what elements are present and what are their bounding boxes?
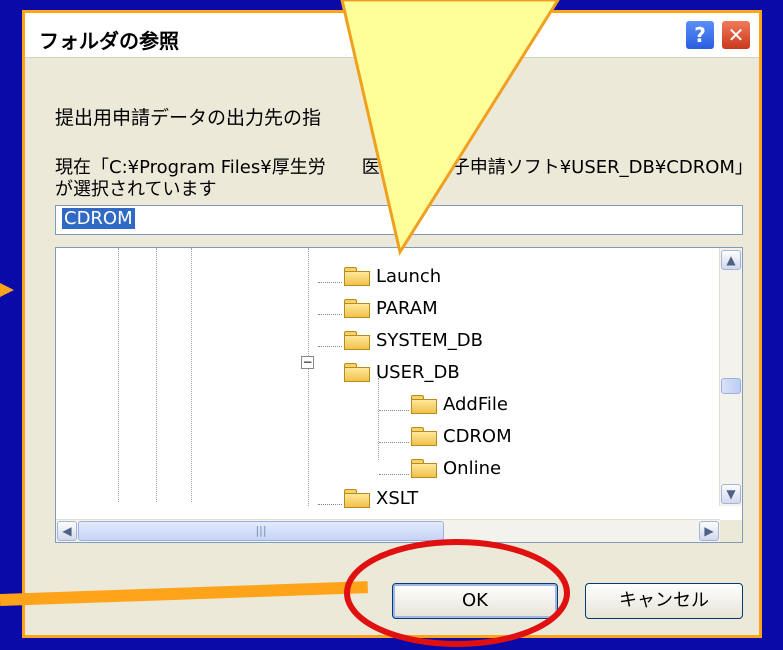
horizontal-scroll-thumb[interactable]: ||| [78, 521, 444, 541]
tree-item-label: Launch [376, 266, 442, 287]
tree-item-cdrom[interactable]: CDROM [379, 426, 512, 458]
tree-guide-line [156, 248, 157, 502]
ok-button[interactable]: OK [392, 583, 558, 619]
folder-icon [344, 489, 370, 508]
tree-item-xslt[interactable]: XSLT [318, 488, 419, 520]
tree-guide-line [308, 248, 309, 506]
bullet-arrow-icon [0, 283, 14, 297]
tree-item-launch[interactable]: Launch [318, 266, 442, 298]
tree-item-system-db[interactable]: SYSTEM_DB [318, 330, 483, 362]
scroll-left-icon[interactable]: ◀ [57, 521, 77, 541]
vertical-scrollbar[interactable]: ▲ ▼ [719, 248, 742, 506]
current-selection-text: 現在「C:¥Program Files¥厚生労 医薬品等電子申請ソフト¥USER… [55, 157, 744, 200]
scroll-up-icon[interactable]: ▲ [721, 250, 741, 270]
tree-item-label: PARAM [376, 298, 438, 319]
folder-icon [344, 331, 370, 350]
folder-icon [411, 395, 437, 414]
tree-item-label: SYSTEM_DB [376, 330, 483, 351]
scroll-down-icon[interactable]: ▼ [721, 484, 741, 504]
folder-tree[interactable]: Launch PARAM SYSTEM_DB − USER_DB AddFile… [55, 247, 743, 543]
tree-item-online[interactable]: Online [379, 458, 502, 490]
folder-open-icon [411, 427, 437, 446]
horizontal-scrollbar[interactable]: ◀ ||| ▶ [56, 519, 720, 542]
collapse-toggle-icon[interactable]: − [301, 356, 314, 369]
folder-browse-dialog: フォルダの参照 ? ✕ 提出用申請データの出力先の指 現在「C:¥Program… [22, 10, 762, 638]
tree-item-user-db[interactable]: USER_DB [344, 362, 460, 394]
tree-item-label: AddFile [443, 394, 508, 415]
tree-item-param[interactable]: PARAM [318, 298, 438, 330]
tree-item-addfile[interactable]: AddFile [379, 394, 508, 426]
folder-icon [344, 299, 370, 318]
scroll-right-icon[interactable]: ▶ [699, 521, 719, 541]
tree-item-label: CDROM [443, 426, 512, 447]
folder-path-value: CDROM [62, 208, 135, 229]
tree-item-label: USER_DB [376, 362, 460, 383]
folder-open-icon [344, 363, 370, 382]
folder-icon [344, 267, 370, 286]
tree-item-label: XSLT [376, 488, 419, 509]
scroll-corner [720, 520, 742, 542]
cancel-button[interactable]: キャンセル [585, 583, 743, 619]
tree-guide-line [191, 248, 192, 502]
help-button[interactable]: ? [685, 20, 715, 50]
instruction-text: 提出用申請データの出力先の指 [55, 107, 322, 129]
tree-guide-line [118, 248, 119, 502]
tree-item-label: Online [443, 458, 502, 479]
title-bar[interactable]: フォルダの参照 ? ✕ [25, 13, 759, 58]
folder-icon [411, 459, 437, 478]
folder-path-field[interactable]: CDROM [55, 205, 743, 235]
dialog-title: フォルダの参照 [39, 29, 179, 53]
close-button[interactable]: ✕ [721, 20, 751, 50]
vertical-scroll-thumb[interactable] [721, 378, 741, 394]
